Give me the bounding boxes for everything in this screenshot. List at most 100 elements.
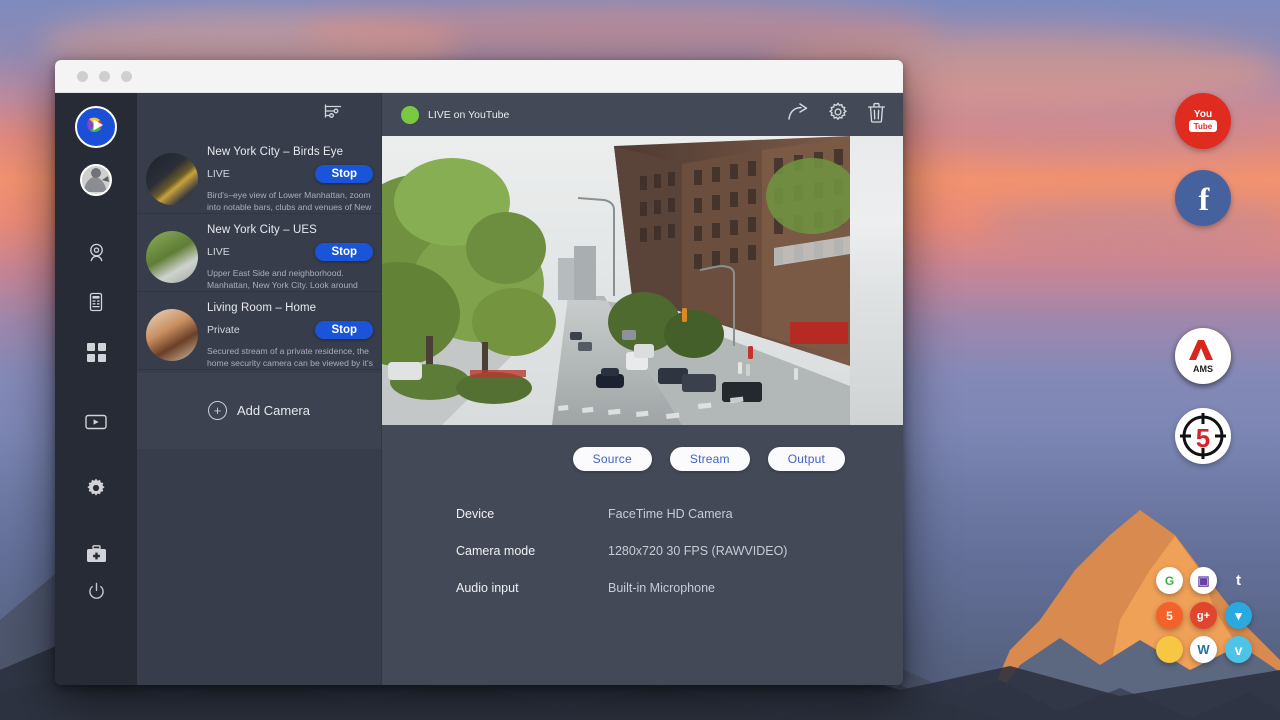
window-titlebar xyxy=(55,60,903,93)
sidebar-item-broadcast[interactable] xyxy=(78,404,114,440)
camera-thumbnail xyxy=(146,153,198,205)
gear-icon[interactable] xyxy=(828,102,848,127)
dock-icon-livestream[interactable]: 5 xyxy=(1156,602,1183,629)
dock-icon-twitter[interactable]: ▾ xyxy=(1225,602,1252,629)
dock-icon-adobe-media-server[interactable]: AMS xyxy=(1175,328,1231,384)
first-aid-icon xyxy=(86,545,107,563)
camera-action-button[interactable]: Stop xyxy=(315,321,373,339)
spec-key: Audio input xyxy=(456,581,608,595)
camera-list-header xyxy=(137,93,381,136)
spec-value: 1280x720 30 FPS (RAWVIDEO) xyxy=(608,544,787,558)
play-logo-icon xyxy=(83,112,109,143)
add-camera-button[interactable]: + Add Camera xyxy=(137,373,381,449)
tab-output[interactable]: Output xyxy=(768,447,845,471)
sidebar-item-cameras[interactable] xyxy=(78,234,114,270)
sliders-icon[interactable] xyxy=(324,103,343,127)
camera-meta: New York City – Birds EyeLIVEStopBird's–… xyxy=(207,144,373,205)
sidebar-item-user-avatar[interactable] xyxy=(80,164,112,196)
share-arrow-icon[interactable] xyxy=(787,103,809,126)
camera-list-item[interactable]: New York City – Birds Eye LIVEStop Bird's–… xyxy=(137,136,381,214)
gear-icon xyxy=(86,478,106,498)
dock-icon-google-plus[interactable]: g+ xyxy=(1190,602,1217,629)
device-icon xyxy=(86,292,106,312)
dock-icon-grasshopper[interactable]: G xyxy=(1156,567,1183,594)
tv-icon xyxy=(85,413,107,431)
tab-stream[interactable]: Stream xyxy=(670,447,750,471)
detail-toolbar: LIVE on YouTube xyxy=(382,93,903,136)
spec-row: Camera mode1280x720 30 FPS (RAWVIDEO) xyxy=(456,544,903,558)
camera-status-row: PrivateStop xyxy=(207,319,373,340)
power-icon xyxy=(87,582,106,601)
camera-list: New York City – Birds EyeLIVEStopBird's–… xyxy=(137,136,381,373)
spec-row: DeviceFaceTime HD Camera xyxy=(456,507,903,521)
spec-key: Device xyxy=(456,507,608,521)
cloud-decor xyxy=(980,200,1280,246)
dock-icon-sun-app[interactable] xyxy=(1156,636,1183,663)
dock-icon-channel-5[interactable]: 5 xyxy=(1175,408,1231,464)
window-maximize-button[interactable] xyxy=(121,71,132,82)
window-close-button[interactable] xyxy=(77,71,88,82)
dock-icon-tumblr[interactable]: t xyxy=(1225,567,1252,594)
svg-text:Tube: Tube xyxy=(1194,122,1213,131)
camera-meta: New York City – UESLIVEStopUpper East Si… xyxy=(207,222,373,283)
camera-action-button[interactable]: Stop xyxy=(315,165,373,183)
camera-status-row: LIVEStop xyxy=(207,241,373,262)
live-status-badge: LIVE on YouTube xyxy=(401,106,509,124)
camera-thumbnail xyxy=(146,231,198,283)
webcam-icon xyxy=(86,242,107,263)
sidebar-rail xyxy=(55,93,137,685)
toolbar-right-group xyxy=(787,102,886,128)
camera-status: LIVE xyxy=(207,168,315,180)
sidebar-item-support[interactable] xyxy=(78,536,114,572)
spec-value: Built-in Microphone xyxy=(608,581,715,595)
sidebar-item-power[interactable] xyxy=(78,573,114,609)
sidebar-item-settings[interactable] xyxy=(78,470,114,506)
camera-list-item[interactable]: New York City – UES LIVEStop Upper East Si… xyxy=(137,214,381,292)
camera-meta: Living Room – HomePrivateStopSecured str… xyxy=(207,300,373,361)
plus-circle-icon: + xyxy=(208,401,227,420)
dock-icon-twitch[interactable]: ▣ xyxy=(1190,567,1217,594)
live-indicator-dot xyxy=(401,106,419,124)
svg-text:5: 5 xyxy=(1196,423,1210,453)
video-preview[interactable] xyxy=(382,136,903,425)
spec-key: Camera mode xyxy=(456,544,608,558)
app-window: New York City – Birds EyeLIVEStopBird's–… xyxy=(55,60,903,685)
svg-text:You: You xyxy=(1194,109,1212,120)
svg-text:f: f xyxy=(1199,181,1210,217)
camera-list-item[interactable]: Living Room – Home PrivateStop Secured str… xyxy=(137,292,381,370)
desktop-background: New York City – Birds EyeLIVEStopBird's–… xyxy=(0,0,1280,720)
dock-icon-vimeo[interactable]: v xyxy=(1225,636,1252,663)
camera-list-panel: New York City – Birds EyeLIVEStopBird's–… xyxy=(137,93,382,685)
camera-thumbnail xyxy=(146,309,198,361)
spec-table: DeviceFaceTime HD Camera Camera mode1280x… xyxy=(382,471,903,618)
camera-description: Bird's–eye view of Lower Manhattan, zoom… xyxy=(207,190,373,214)
detail-tabs: Source Stream Output xyxy=(382,425,903,471)
sidebar-item-app-logo[interactable] xyxy=(75,106,117,148)
camera-title: Living Room – Home xyxy=(207,302,373,314)
svg-text:AMS: AMS xyxy=(1193,364,1213,374)
camera-list-filler xyxy=(137,449,381,686)
window-body: New York City – Birds EyeLIVEStopBird's–… xyxy=(55,93,903,685)
add-camera-label: Add Camera xyxy=(237,403,310,418)
grid-icon xyxy=(87,343,106,362)
video-frame xyxy=(382,136,903,425)
spec-value: FaceTime HD Camera xyxy=(608,507,733,521)
camera-title: New York City – Birds Eye xyxy=(207,146,373,158)
avatar-icon xyxy=(82,164,110,196)
camera-title: New York City – UES xyxy=(207,224,373,236)
trash-icon[interactable] xyxy=(867,102,886,128)
camera-description: Upper East Side and neighborhood. Manhat… xyxy=(207,268,373,292)
sidebar-item-dashboard[interactable] xyxy=(78,334,114,370)
window-minimize-button[interactable] xyxy=(99,71,110,82)
camera-status: Private xyxy=(207,324,315,336)
dock-icon-youtube[interactable]: You Tube xyxy=(1175,93,1231,149)
camera-description: Secured stream of a private residence, t… xyxy=(207,346,373,370)
camera-list-item[interactable]: Bedroom – HomePrivateStopThe master bedr… xyxy=(137,370,381,373)
dock-icon-facebook[interactable]: f xyxy=(1175,170,1231,226)
sidebar-item-devices[interactable] xyxy=(78,284,114,320)
tab-source[interactable]: Source xyxy=(573,447,652,471)
toolbar-left-group: LIVE on YouTube xyxy=(382,103,509,127)
camera-action-button[interactable]: Stop xyxy=(315,243,373,261)
camera-status-row: LIVEStop xyxy=(207,163,373,184)
dock-icon-wordpress[interactable]: W xyxy=(1190,636,1217,663)
